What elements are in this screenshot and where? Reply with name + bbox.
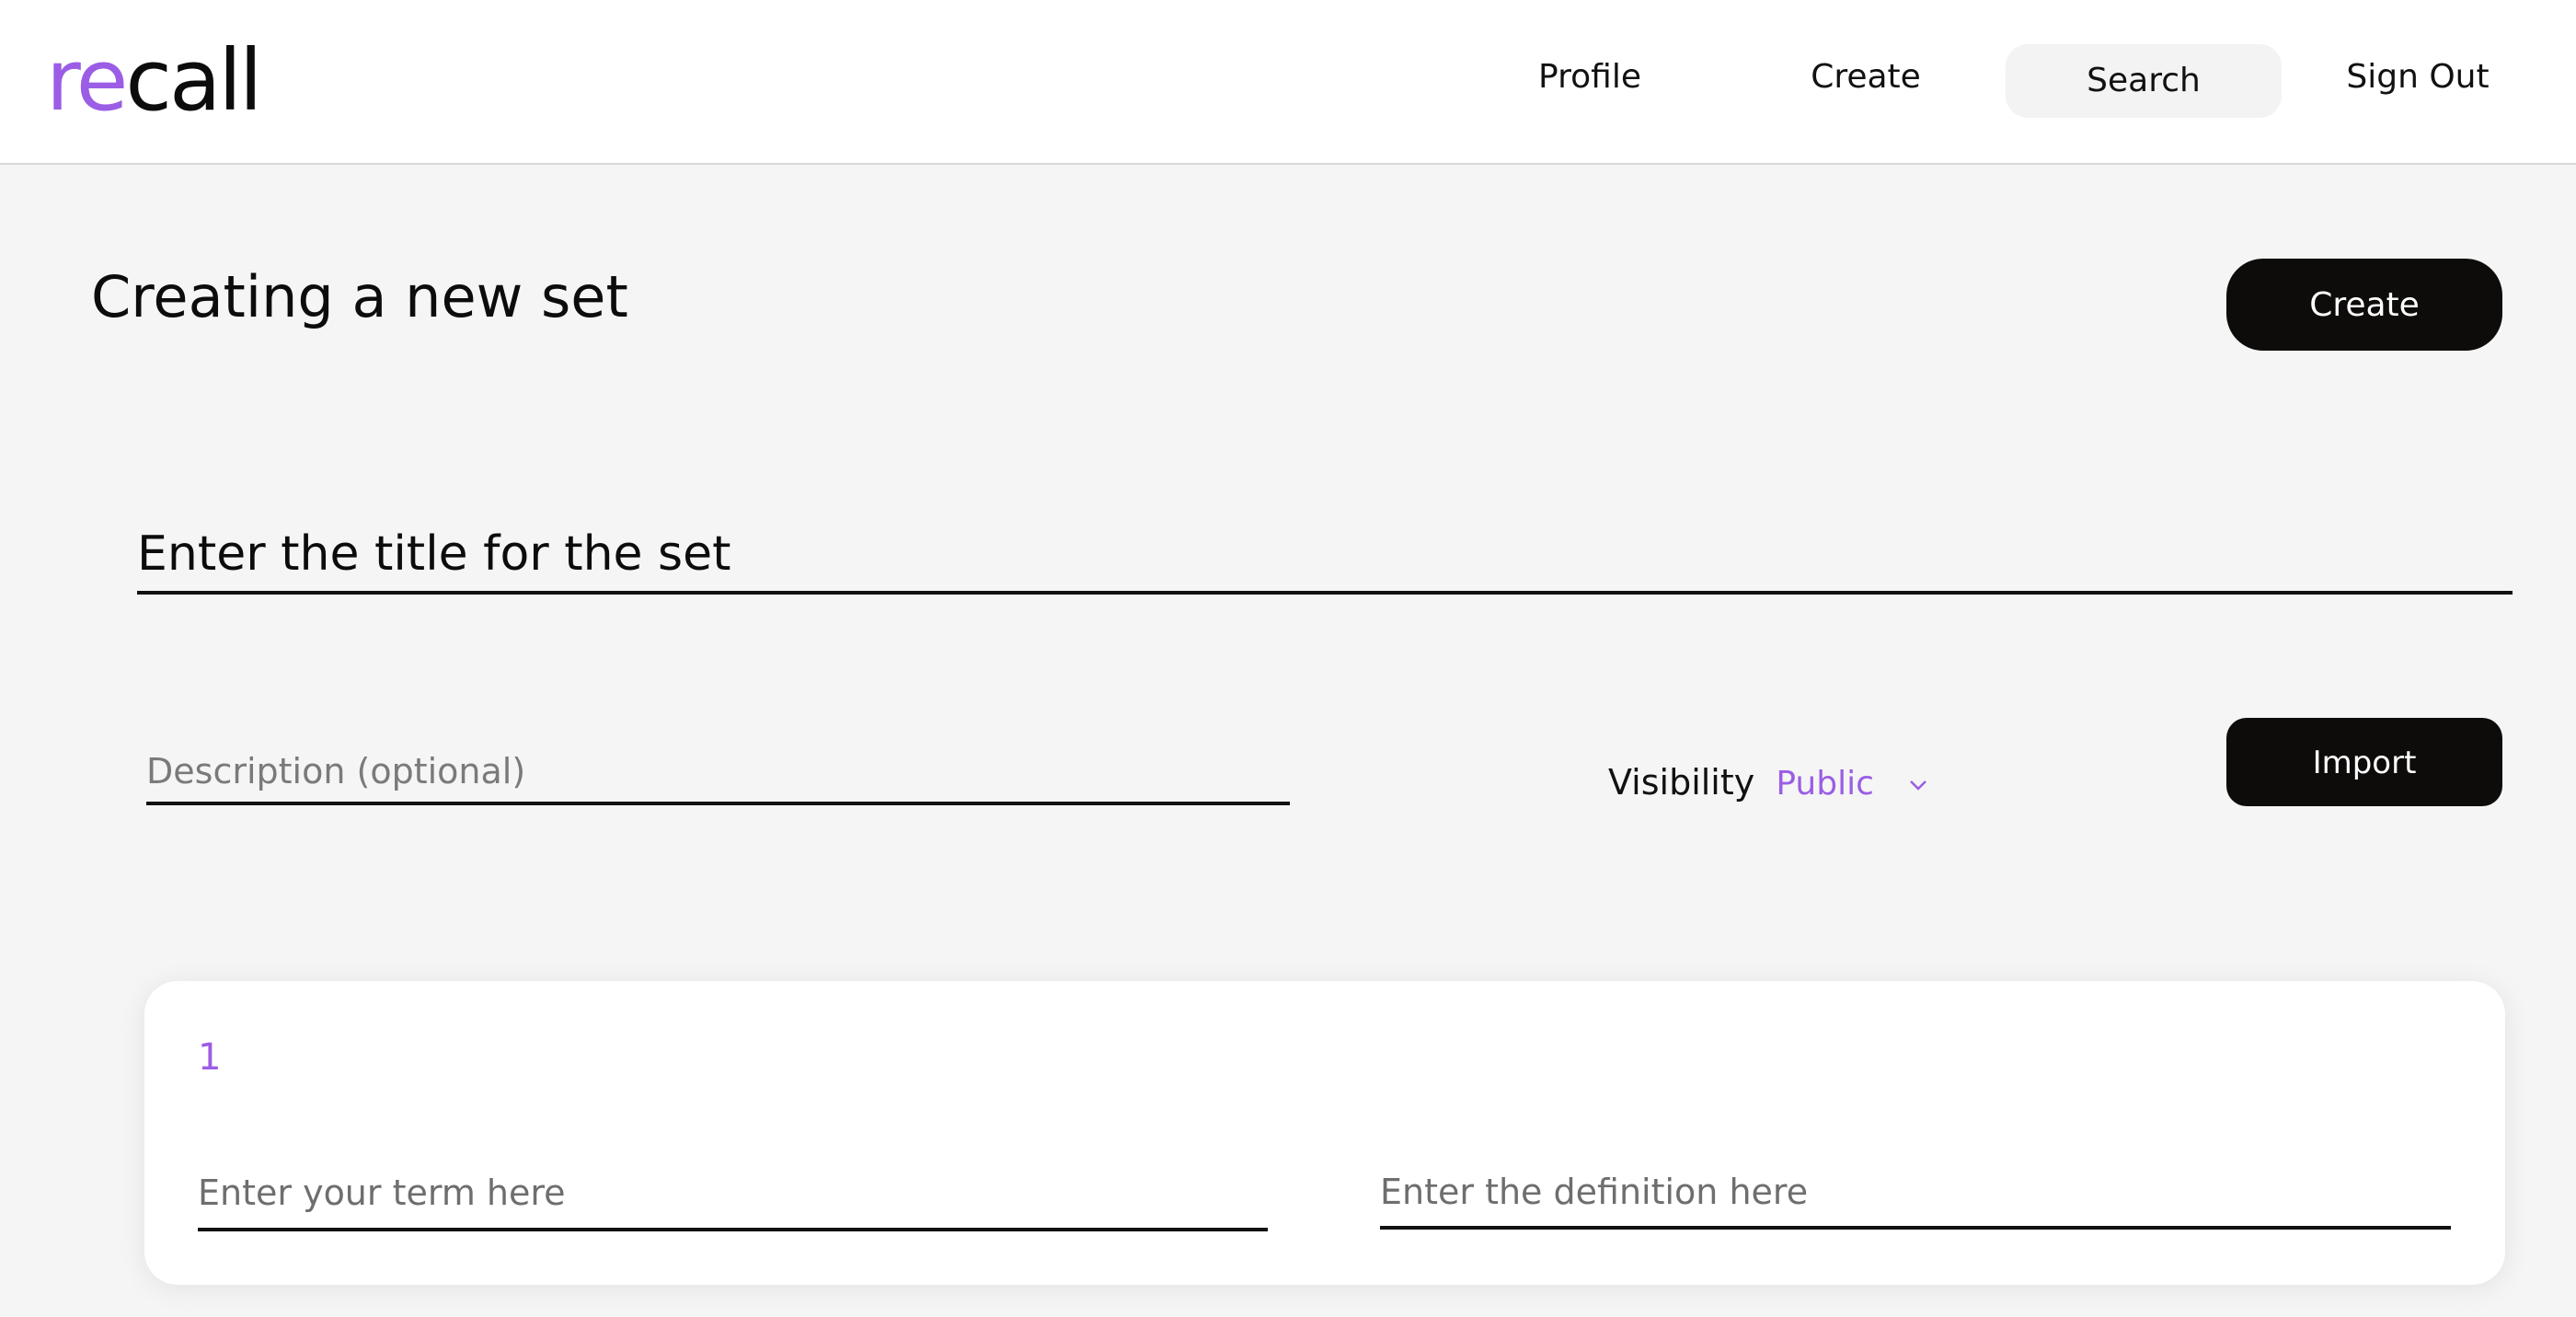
description-input[interactable]	[146, 747, 1290, 805]
definition-input[interactable]	[1380, 1165, 2451, 1230]
visibility-control: Visibility Public	[1608, 755, 1928, 810]
nav-signout-link[interactable]: Sign Out	[2326, 40, 2510, 114]
page-title: Creating a new set	[91, 263, 628, 330]
chevron-down-icon	[1908, 757, 1928, 813]
top-nav-bar: recall Profile Create Search Sign Out	[0, 0, 2576, 165]
visibility-value: Public	[1776, 765, 1874, 803]
visibility-select[interactable]: Public	[1776, 757, 1928, 813]
nav-search-link[interactable]: Search	[2006, 44, 2282, 118]
nav-profile-link[interactable]: Profile	[1498, 40, 1682, 114]
set-title-input[interactable]	[137, 525, 2513, 595]
logo-text: call	[125, 31, 262, 130]
import-button[interactable]: Import	[2226, 718, 2502, 806]
term-card: 1	[144, 981, 2505, 1285]
visibility-label: Visibility	[1608, 762, 1755, 803]
recall-logo[interactable]: recall	[46, 28, 263, 133]
nav-create-link[interactable]: Create	[1774, 40, 1958, 114]
card-number: 1	[198, 1036, 222, 1079]
logo-accent-text: re	[46, 31, 128, 130]
term-input[interactable]	[198, 1165, 1268, 1231]
create-set-button[interactable]: Create	[2226, 259, 2502, 351]
